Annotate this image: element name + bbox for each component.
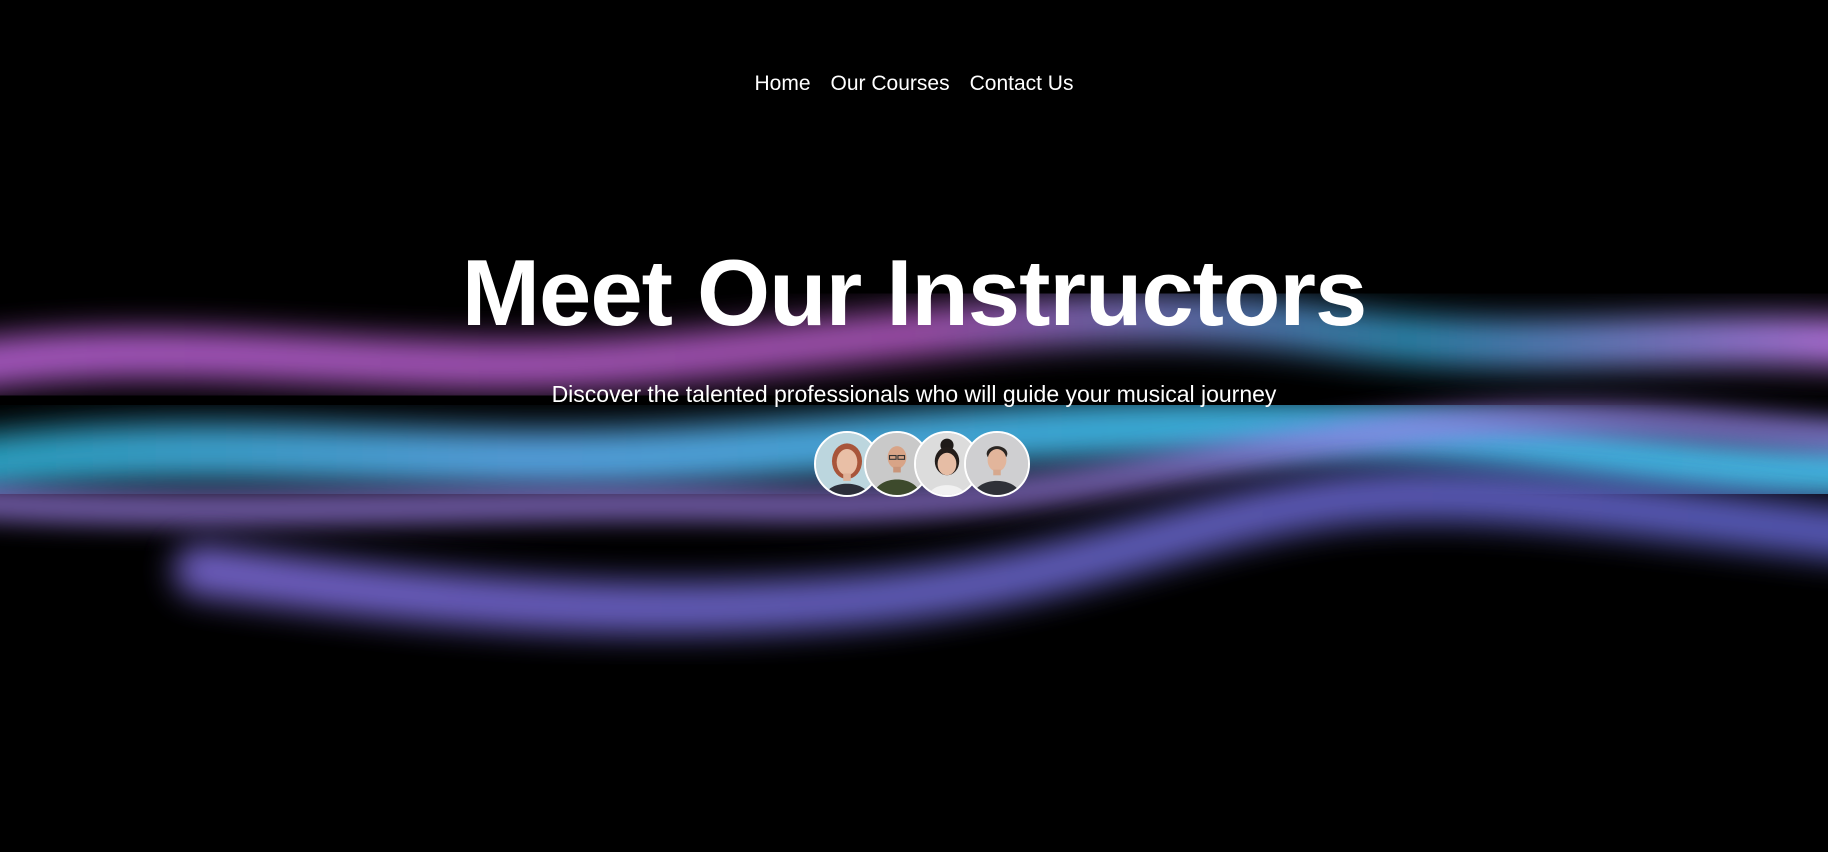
aurora-waves-background — [0, 295, 1828, 635]
instructor-avatar-group — [814, 431, 1030, 497]
nav-link-contact-us[interactable]: Contact Us — [970, 70, 1074, 98]
nav-link-our-courses[interactable]: Our Courses — [831, 70, 950, 98]
page: Home Our Courses Contact Us Meet Our Ins… — [0, 0, 1828, 852]
hero-subtitle: Discover the talented professionals who … — [551, 381, 1277, 407]
nav-link-home[interactable]: Home — [755, 70, 811, 98]
main-nav: Home Our Courses Contact Us — [0, 70, 1828, 98]
avatar-young-man-icon[interactable] — [964, 431, 1030, 497]
hero-title: Meet Our Instructors — [461, 240, 1368, 345]
